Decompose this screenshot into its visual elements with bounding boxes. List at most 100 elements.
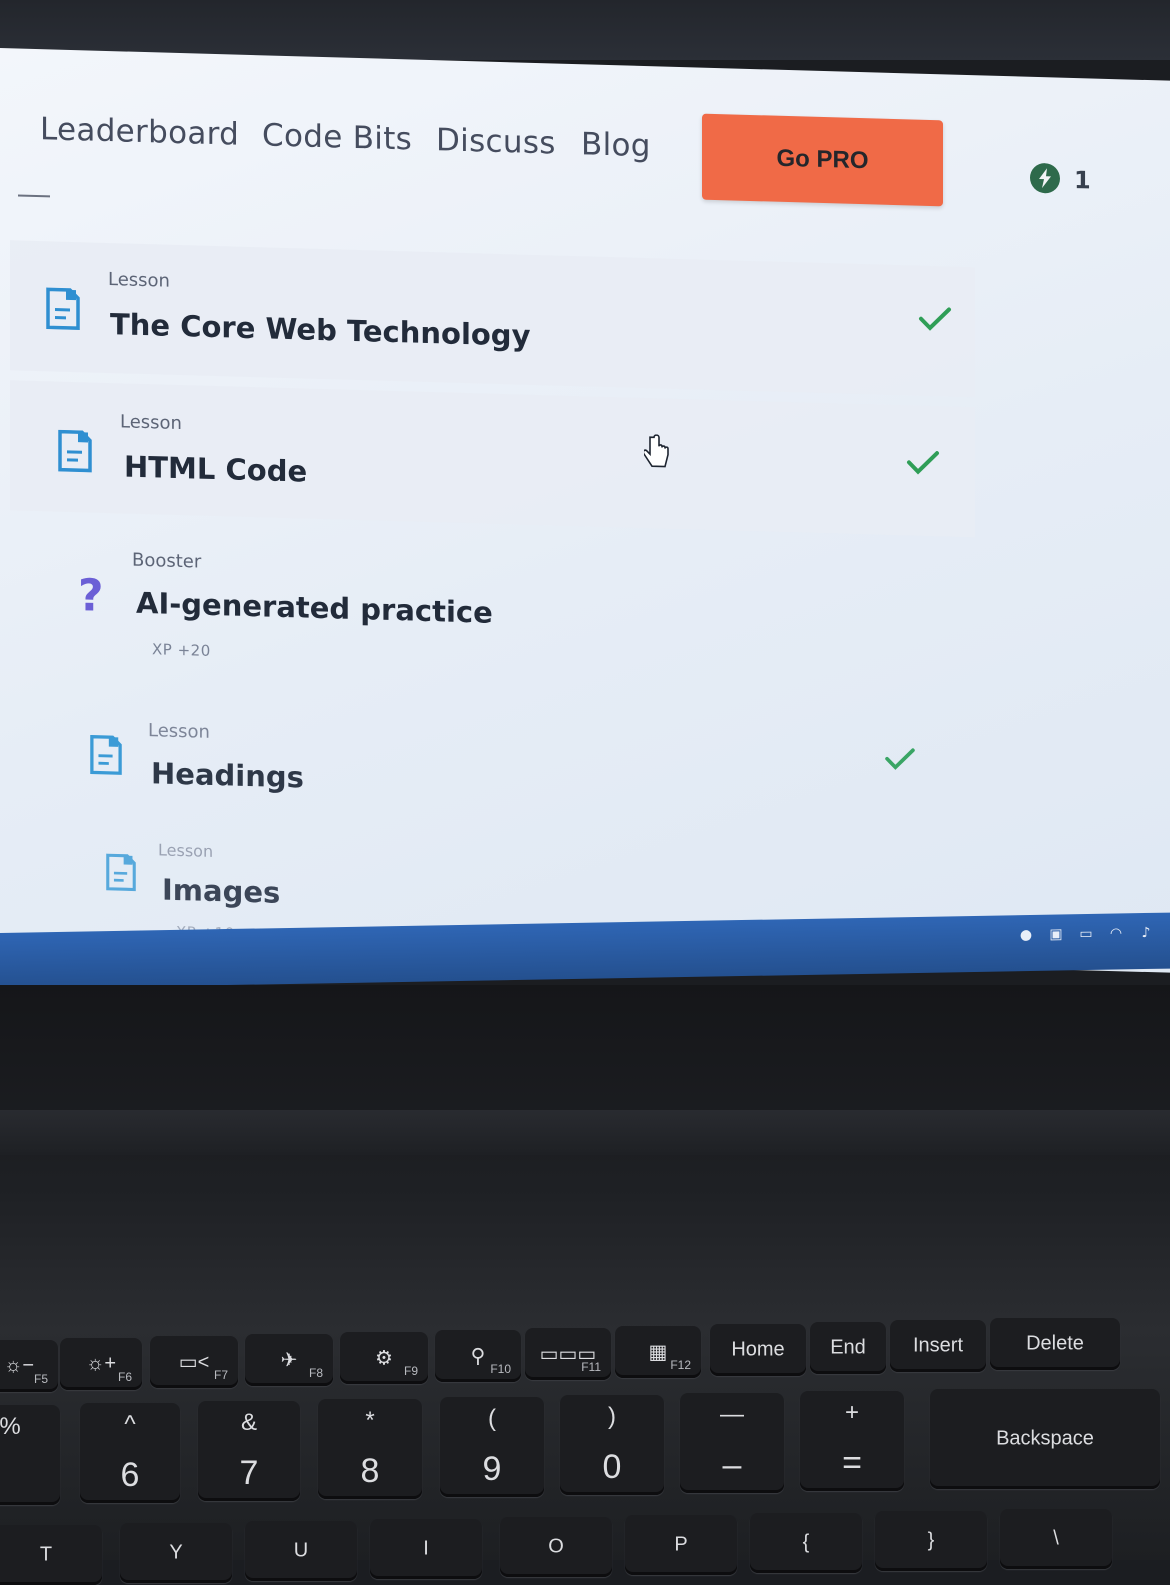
document-icon [106,853,136,892]
key-9[interactable]: (9 [440,1397,544,1497]
item-kind: Lesson [148,720,210,743]
browser-viewport: Leaderboard Code Bits Discuss Blog Go PR… [0,48,1170,973]
key-p[interactable]: P [625,1515,737,1575]
key-symbol: 6 [121,1456,140,1495]
key-label: End [810,1337,886,1360]
xp-reward: XP +20 [152,640,211,660]
key-fn-label: F6 [118,1370,132,1384]
check-icon [906,449,940,476]
key-symbol: 9 [483,1450,502,1489]
volume-icon[interactable]: ♪ [1136,925,1156,941]
key-}[interactable]: } [875,1511,987,1571]
key-f8[interactable]: ✈F8 [245,1334,333,1386]
key-–[interactable]: —– [680,1393,784,1493]
key-label: O [500,1536,612,1559]
item-title: AI-generated practice [136,586,493,630]
key-0[interactable]: )0 [560,1395,664,1495]
key-shift-symbol: % [0,1413,21,1441]
key-y[interactable]: Y [120,1523,232,1583]
key-fn-label: F10 [490,1362,511,1376]
key-symbol: ☼− [0,1355,58,1378]
go-pro-button[interactable]: Go PRO [702,114,943,207]
key-8[interactable]: *8 [318,1399,422,1499]
app-icon[interactable]: ▣ [1046,926,1066,942]
key-o[interactable]: O [500,1517,612,1577]
nav-code-bits[interactable]: Code Bits [262,117,412,157]
bolt-icon[interactable] [1030,163,1060,194]
check-icon [918,306,952,333]
key-f7[interactable]: ▭<F7 [150,1336,238,1388]
system-tray: ● ▣ ▭ ◠ ♪ [1016,925,1156,943]
key-label: Y [120,1542,232,1565]
nav-active-indicator [18,195,50,198]
document-icon [90,735,122,776]
nav-leaderboard[interactable]: Leaderboard [40,111,239,153]
key-symbol: 8 [361,1452,380,1491]
key-home[interactable]: Home [710,1324,806,1376]
key-symbol: 7 [240,1454,259,1493]
key-label: Delete [990,1333,1120,1356]
key-7[interactable]: &7 [198,1401,300,1501]
document-icon [58,430,92,473]
key-shift-symbol: — [720,1401,744,1429]
key-i[interactable]: I [370,1519,482,1579]
key-delete[interactable]: Delete [990,1318,1120,1370]
item-kind: Lesson [108,269,170,292]
key-label: Insert [890,1335,986,1358]
key-fn-label: F5 [34,1372,48,1386]
key-shift-symbol: * [365,1407,374,1435]
key-fn-label: F8 [309,1366,323,1380]
key-shift-symbol: ^ [124,1411,135,1439]
key-backspace[interactable]: Backspace [930,1389,1160,1489]
key-6[interactable]: ^6 [80,1403,180,1503]
key-label: { [750,1532,862,1555]
booster-item[interactable]: ? Booster AI-generated practice XP +20 [10,520,975,677]
key-label: I [370,1538,482,1561]
key-label: Backspace [930,1428,1160,1451]
key-{[interactable]: { [750,1513,862,1573]
key-=[interactable]: += [800,1391,904,1491]
key-end[interactable]: End [810,1322,886,1374]
item-kind: Lesson [120,411,182,434]
key-pct[interactable]: % [0,1405,60,1505]
key-\[interactable]: \ [1000,1509,1112,1569]
key-f6[interactable]: ☼+F6 [60,1338,142,1390]
key-shift-symbol: ( [488,1405,496,1433]
key-fn-label: F12 [670,1358,691,1372]
key-fn-label: F9 [404,1364,418,1378]
key-f10[interactable]: ⚲F10 [435,1330,521,1382]
nav-blog[interactable]: Blog [581,126,651,164]
item-title: HTML Code [124,449,307,488]
laptop-hinge [0,1110,1170,1155]
laptop-bezel [0,0,1170,60]
item-title: The Core Web Technology [110,307,530,353]
key-shift-symbol: & [241,1409,257,1437]
key-f12[interactable]: ▦F12 [615,1326,701,1378]
key-label: U [245,1540,357,1563]
key-symbol: = [842,1444,862,1483]
lesson-item[interactable]: Lesson The Core Web Technology [10,240,975,397]
key-shift-symbol: ) [608,1403,616,1431]
item-title: Images [162,873,280,910]
key-label: } [875,1530,987,1553]
key-f11[interactable]: ▭▭▭F11 [525,1328,611,1380]
wifi-icon[interactable]: ◠ [1106,925,1126,941]
key-fn-label: F7 [214,1368,228,1382]
document-icon [46,287,80,330]
discord-icon[interactable]: ● [1016,927,1036,943]
lesson-item[interactable]: Lesson HTML Code [10,380,975,537]
key-fn-label: F11 [581,1360,601,1374]
key-t[interactable]: T [0,1525,102,1585]
battery-icon[interactable]: ▭ [1076,926,1096,942]
check-icon [884,747,916,772]
key-insert[interactable]: Insert [890,1320,986,1372]
key-f5[interactable]: ☼−F5 [0,1340,58,1392]
key-shift-symbol: + [845,1399,859,1427]
key-symbol: 0 [603,1448,622,1487]
key-label: Home [710,1339,806,1362]
nav-discuss[interactable]: Discuss [436,122,556,161]
key-u[interactable]: U [245,1521,357,1581]
top-nav: Leaderboard Code Bits Discuss Blog Go PR… [0,48,1170,231]
item-kind: Booster [132,550,201,573]
key-f9[interactable]: ⚙F9 [340,1332,428,1384]
